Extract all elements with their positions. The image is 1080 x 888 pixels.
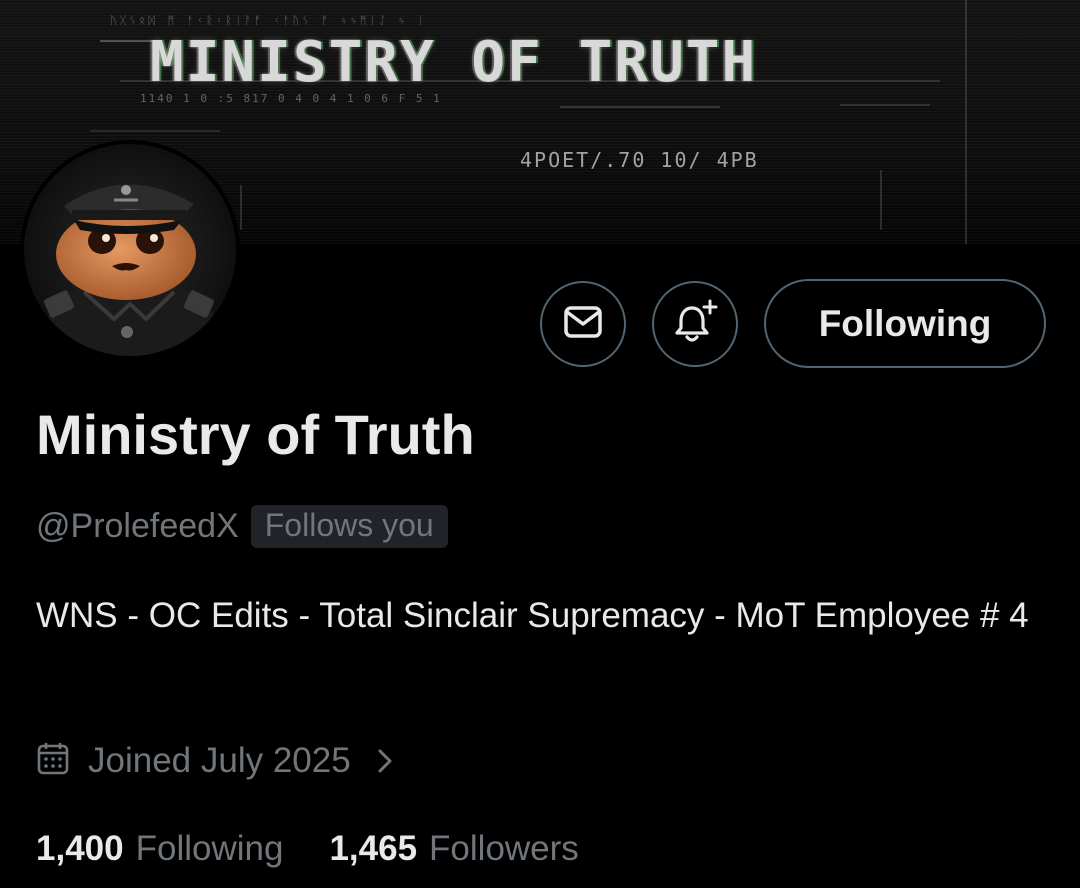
banner-noise-text: ᚢᚷᛊᛟᛞ ᛗ ᚨᚲᚱᚲᚱᛁᚨᚠ ᚲᚨᚢᛊ ᚠ ᛃᛃᛗᛁᛇ ᛃ ᛁ	[110, 14, 427, 27]
banner-code-text: 4POET/.70 10/ 4PB	[520, 148, 759, 172]
chevron-right-icon	[377, 747, 393, 775]
banner-noise-text: 1140 1 0 :5 817 0 4 0 4 1 0 6 F 5 1	[140, 92, 442, 105]
follow-stats: 1,400 Following 1,465 Followers	[36, 822, 579, 876]
message-button[interactable]	[540, 281, 626, 367]
banner-glitch-line	[560, 106, 720, 108]
avatar-image	[24, 144, 236, 356]
profile-avatar[interactable]	[20, 140, 240, 360]
following-label: Following	[135, 829, 284, 868]
banner-title: MINISTRY OF TRUTH	[150, 30, 758, 95]
banner-vertical-line	[965, 0, 967, 244]
banner-glitch-line	[120, 80, 940, 82]
profile-handle: @ProlefeedX	[36, 506, 239, 545]
following-stat-link[interactable]: 1,400 Following	[36, 829, 283, 869]
calendar-icon	[36, 742, 70, 781]
handle-row: @ProlefeedX Follows you	[36, 502, 448, 550]
bell-plus-icon	[672, 299, 718, 350]
follows-you-badge: Follows you	[250, 504, 448, 548]
envelope-icon	[563, 305, 603, 344]
banner-glitch-line	[90, 130, 220, 132]
following-count: 1,400	[36, 829, 124, 868]
followers-label: Followers	[429, 829, 579, 868]
profile-name: Ministry of Truth	[36, 403, 475, 466]
following-button[interactable]: Following	[764, 279, 1046, 368]
followers-stat-link[interactable]: 1,465 Followers	[329, 829, 578, 869]
joined-date: Joined July 2025	[88, 741, 351, 780]
banner-glitch-line	[840, 104, 930, 106]
followers-count: 1,465	[329, 829, 418, 868]
banner-vertical-line	[240, 185, 242, 230]
profile-bio: WNS - OC Edits - Total Sinclair Supremac…	[36, 596, 1029, 635]
banner-vertical-line	[880, 170, 882, 230]
joined-date-row[interactable]: Joined July 2025	[36, 736, 393, 786]
notify-button[interactable]	[652, 281, 738, 367]
